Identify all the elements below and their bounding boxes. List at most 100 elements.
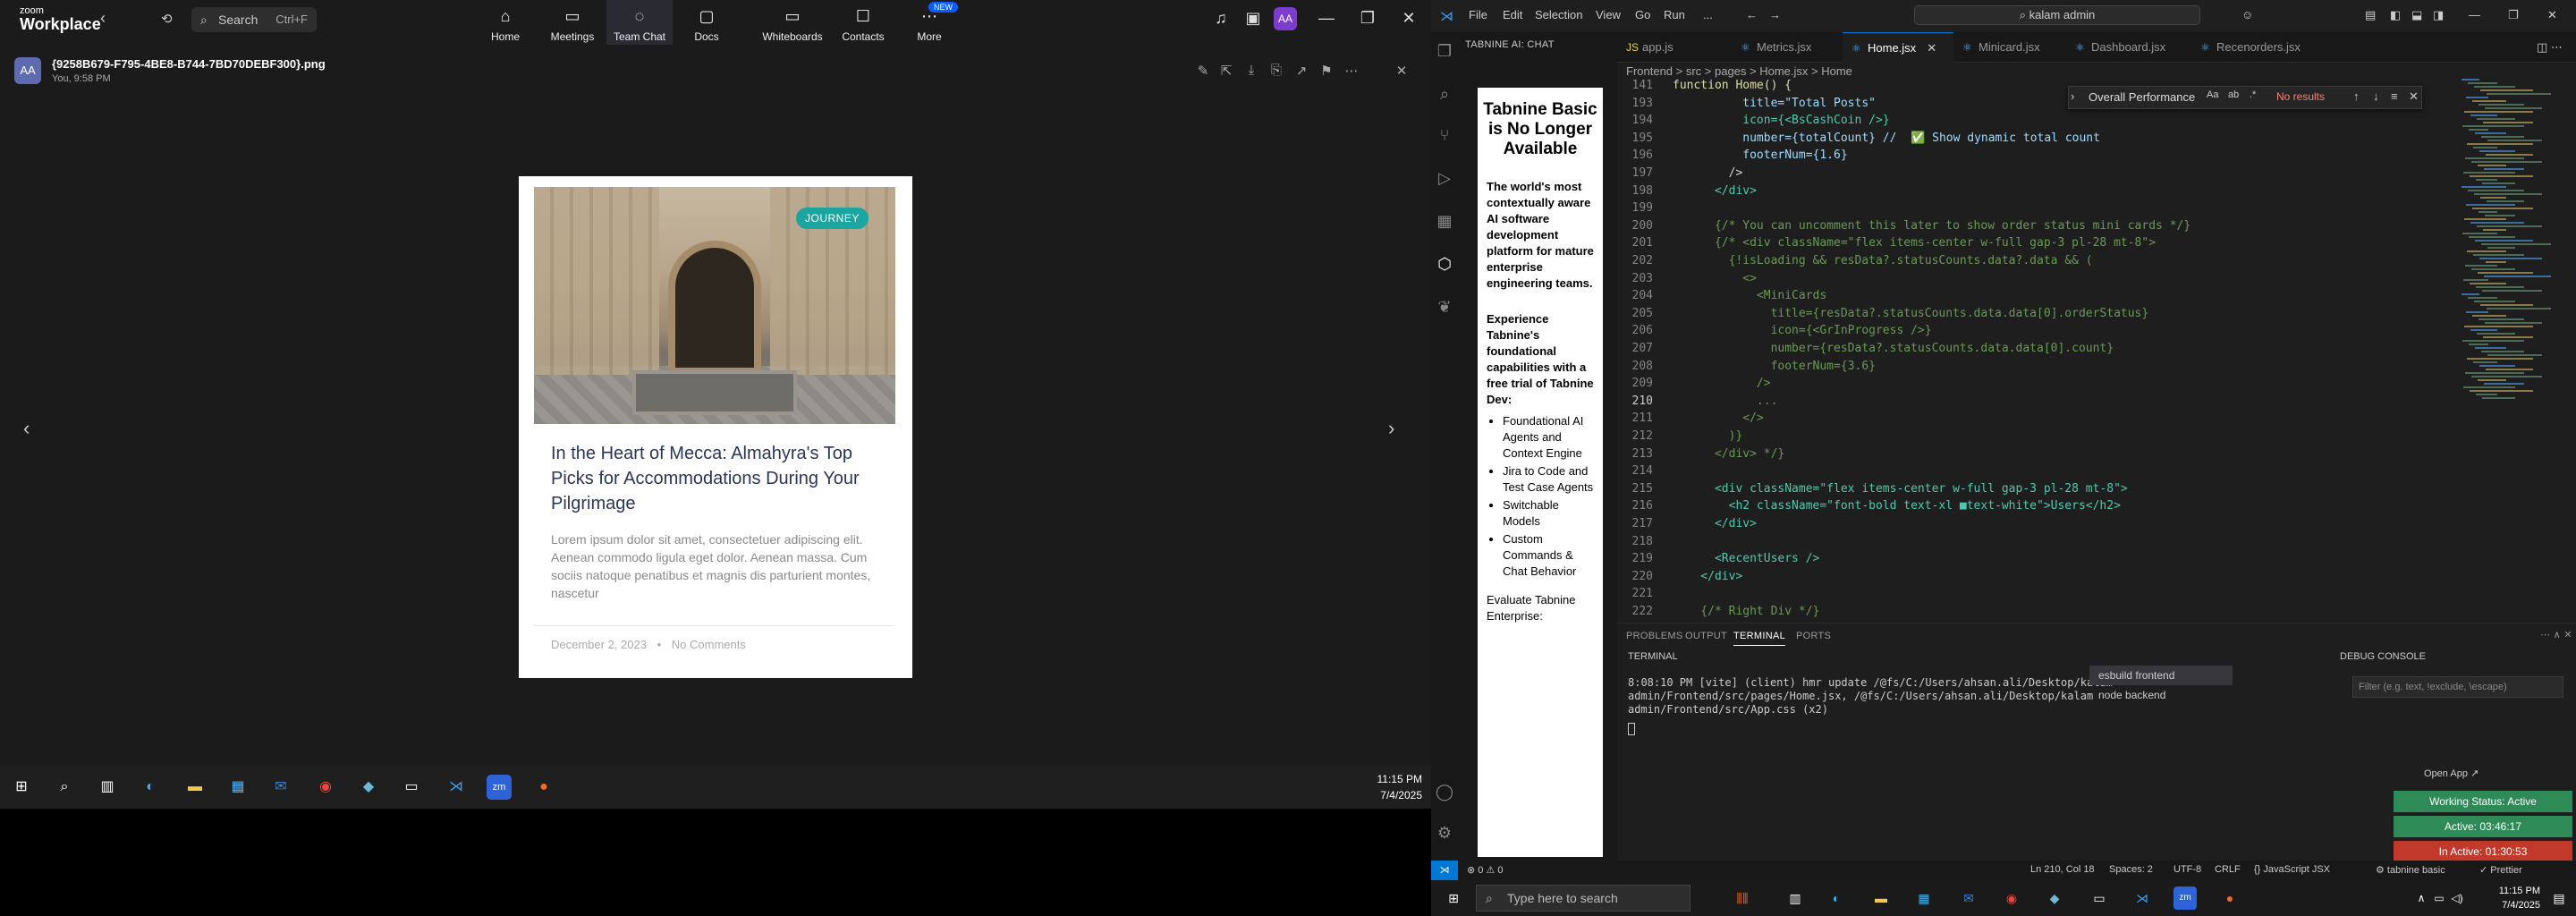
maximize-icon[interactable]: ❐ bbox=[1354, 9, 1381, 28]
nav-team-chat[interactable]: ◌ Team Chat bbox=[606, 0, 673, 45]
code-line[interactable]: </div> bbox=[1673, 570, 1742, 583]
status-encoding[interactable]: UTF-8 bbox=[2174, 864, 2201, 875]
debug-filter-input[interactable]: Filter (e.g. text, !exclude, \escape) bbox=[2352, 676, 2563, 698]
extensions-icon[interactable]: ▦ bbox=[1435, 211, 1454, 231]
status-position[interactable]: Ln 210, Col 18 bbox=[2030, 864, 2095, 875]
code-line[interactable]: </> bbox=[1673, 411, 1763, 425]
tab-recenorders[interactable]: ⚛ Recenorders.jsx bbox=[2191, 32, 2326, 63]
edge-icon[interactable]: ◐ bbox=[138, 775, 163, 800]
menu-more[interactable]: ... bbox=[1703, 8, 1713, 21]
volume-icon[interactable]: ◁) bbox=[2445, 886, 2469, 910]
menu-run[interactable]: Run bbox=[1664, 8, 1685, 21]
calendar-icon[interactable]: ▣ bbox=[1240, 9, 1267, 28]
prev-image-icon[interactable]: ‹ bbox=[23, 417, 30, 440]
open-external-icon[interactable]: ⇱ bbox=[1215, 63, 1238, 79]
tab-dashboard[interactable]: ⚛ Dashboard.jsx bbox=[2066, 32, 2191, 63]
menu-selection[interactable]: Selection bbox=[1535, 8, 1582, 21]
status-spaces[interactable]: Spaces: 2 bbox=[2109, 864, 2153, 875]
minimap[interactable] bbox=[2458, 79, 2562, 411]
nav-contacts[interactable]: ☐ Contacts bbox=[830, 0, 896, 45]
file-explorer-icon[interactable]: ▬ bbox=[1869, 886, 1893, 910]
code-line[interactable]: footerNum={3.6} bbox=[1673, 360, 1876, 373]
windows-start-icon[interactable]: ⊞ bbox=[9, 775, 34, 800]
vscode-icon[interactable]: ⋊ bbox=[444, 775, 469, 800]
back-arrow-icon[interactable]: ‹ bbox=[100, 9, 106, 27]
copilot-icon[interactable]: ☺ bbox=[2241, 8, 2253, 21]
code-line[interactable]: title={resData?.statusCounts.data.data[0… bbox=[1673, 307, 2149, 320]
code-line[interactable]: )} bbox=[1673, 429, 1743, 443]
panel-actions-icon[interactable]: ⋯ ∧ ✕ bbox=[2540, 629, 2572, 640]
code-line[interactable]: number={resData?.statusCounts.data.data[… bbox=[1673, 342, 2114, 355]
share-icon[interactable]: ↗ bbox=[1290, 63, 1313, 79]
breadcrumb[interactable]: Frontend > src > pages > Home.jsx > Home bbox=[1626, 64, 1852, 78]
accounts-icon[interactable]: ◯ bbox=[1435, 782, 1454, 802]
code-line[interactable]: {/* <div className="flex items-center w-… bbox=[1673, 236, 2156, 250]
nav-back-icon[interactable]: ← bbox=[1746, 8, 1758, 21]
explorer-icon[interactable]: ❐ bbox=[1435, 41, 1454, 61]
code-line[interactable]: /> bbox=[1673, 377, 1771, 390]
source-control-icon[interactable]: ⑂ bbox=[1435, 125, 1454, 145]
code-line[interactable]: <MiniCards bbox=[1673, 289, 1826, 302]
tabnine-icon[interactable]: ⬡ bbox=[1435, 254, 1454, 274]
zoom-taskbar-icon[interactable]: zm bbox=[2174, 886, 2197, 910]
store-icon[interactable]: ▦ bbox=[225, 775, 250, 800]
code-line[interactable]: <RecentUsers /> bbox=[1673, 552, 1819, 565]
status-tabnine[interactable]: ⚙ tabnine basic bbox=[2376, 864, 2445, 876]
vs-close-icon[interactable]: ✕ bbox=[2547, 8, 2557, 22]
close-icon[interactable]: ✕ bbox=[1395, 9, 1422, 28]
code-editor[interactable]: 141 function Home() {193 title="Total Pos… bbox=[1617, 79, 2368, 617]
zoom-taskbar-icon[interactable]: zm bbox=[487, 775, 512, 800]
task-view-icon[interactable]: ▥ bbox=[1784, 886, 1807, 910]
postman-icon[interactable]: ● bbox=[531, 775, 556, 800]
tab-home[interactable]: ⚛ Home.jsx ✕ bbox=[1843, 32, 1953, 63]
code-line[interactable]: </div> bbox=[1673, 517, 1757, 530]
app-icon[interactable]: ◆ bbox=[2043, 886, 2066, 910]
expand-replace-icon[interactable]: › bbox=[2071, 89, 2074, 103]
code-line[interactable]: </div> bbox=[1673, 184, 1757, 198]
code-line[interactable]: footerNum={1.6} bbox=[1673, 148, 1847, 162]
mongodb-leaf-icon[interactable]: ❦ bbox=[1435, 297, 1454, 317]
status-prettier[interactable]: ✓ Prettier bbox=[2479, 864, 2522, 876]
panel-tab-ports[interactable]: PORTS bbox=[1796, 631, 1831, 641]
nav-meetings[interactable]: ▭ Meetings bbox=[539, 0, 606, 45]
store-icon[interactable]: ▦ bbox=[1912, 886, 1936, 910]
code-line[interactable]: <div className="flex items-center w-full… bbox=[1673, 482, 2128, 496]
panel-tab-output[interactable]: OUTPUT bbox=[1685, 631, 1727, 641]
status-eol[interactable]: CRLF bbox=[2215, 864, 2241, 875]
task-view-icon[interactable]: ▥ bbox=[95, 775, 120, 800]
bookmark-icon[interactable]: ⚑ bbox=[1315, 63, 1338, 79]
toggle-secondary-icon[interactable]: ◨ bbox=[2433, 8, 2444, 22]
command-center[interactable]: ⌕ kalam admin bbox=[1914, 5, 2200, 25]
run-debug-icon[interactable]: ▷ bbox=[1435, 168, 1454, 188]
windows-start-icon[interactable]: ⊞ bbox=[1442, 886, 1465, 910]
vs-minimize-icon[interactable]: — bbox=[2469, 8, 2480, 21]
mail-icon[interactable]: ✉ bbox=[1957, 886, 1980, 910]
status-language[interactable]: {} JavaScript JSX bbox=[2254, 864, 2330, 875]
close-preview-icon[interactable]: ✕ bbox=[1390, 63, 1413, 79]
code-line[interactable]: {/* You can uncomment this later to show… bbox=[1673, 219, 2190, 233]
menu-view[interactable]: View bbox=[1596, 8, 1621, 21]
status-problems[interactable]: ⊗ 0 ⚠ 0 bbox=[1467, 864, 1503, 876]
tab-metrics[interactable]: ⚛ Metrics.jsx bbox=[1732, 32, 1843, 63]
vs-maximize-icon[interactable]: ❐ bbox=[2508, 8, 2519, 22]
code-line[interactable]: <h2 className="font-bold text-xl ■text-w… bbox=[1673, 499, 2121, 513]
menu-file[interactable]: File bbox=[1469, 8, 1487, 21]
terminal-icon[interactable]: ▭ bbox=[2088, 886, 2111, 910]
code-line[interactable]: icon={<BsCashCoin />} bbox=[1673, 114, 1889, 127]
chrome-icon[interactable]: ◉ bbox=[2000, 886, 2023, 910]
open-app-link[interactable]: Open App ↗ bbox=[2424, 768, 2479, 779]
zoom-logo[interactable]: zoom Workplace bbox=[20, 5, 101, 32]
tab-close-icon[interactable]: ✕ bbox=[1927, 41, 1936, 55]
zoom-search[interactable]: ⌕ Search Ctrl+F bbox=[191, 7, 317, 32]
terminal-item[interactable]: esbuild frontend bbox=[2089, 666, 2233, 685]
toggle-sidebar-icon[interactable]: ◧ bbox=[2390, 8, 2401, 22]
postman-icon[interactable]: ● bbox=[2218, 886, 2241, 910]
code-line[interactable]: ... bbox=[1673, 394, 1778, 408]
search-view-icon[interactable]: ⌕ bbox=[1435, 84, 1454, 104]
app-icon[interactable]: ◆ bbox=[356, 775, 381, 800]
nav-docs[interactable]: ▢ Docs bbox=[674, 0, 740, 45]
terminal-item[interactable]: node backend bbox=[2089, 685, 2233, 705]
code-line[interactable]: number={totalCount} // ✅ Show dynamic to… bbox=[1673, 131, 2100, 145]
menu-edit[interactable]: Edit bbox=[1503, 8, 1522, 21]
nav-whiteboards[interactable]: ▭ Whiteboards bbox=[752, 0, 833, 45]
